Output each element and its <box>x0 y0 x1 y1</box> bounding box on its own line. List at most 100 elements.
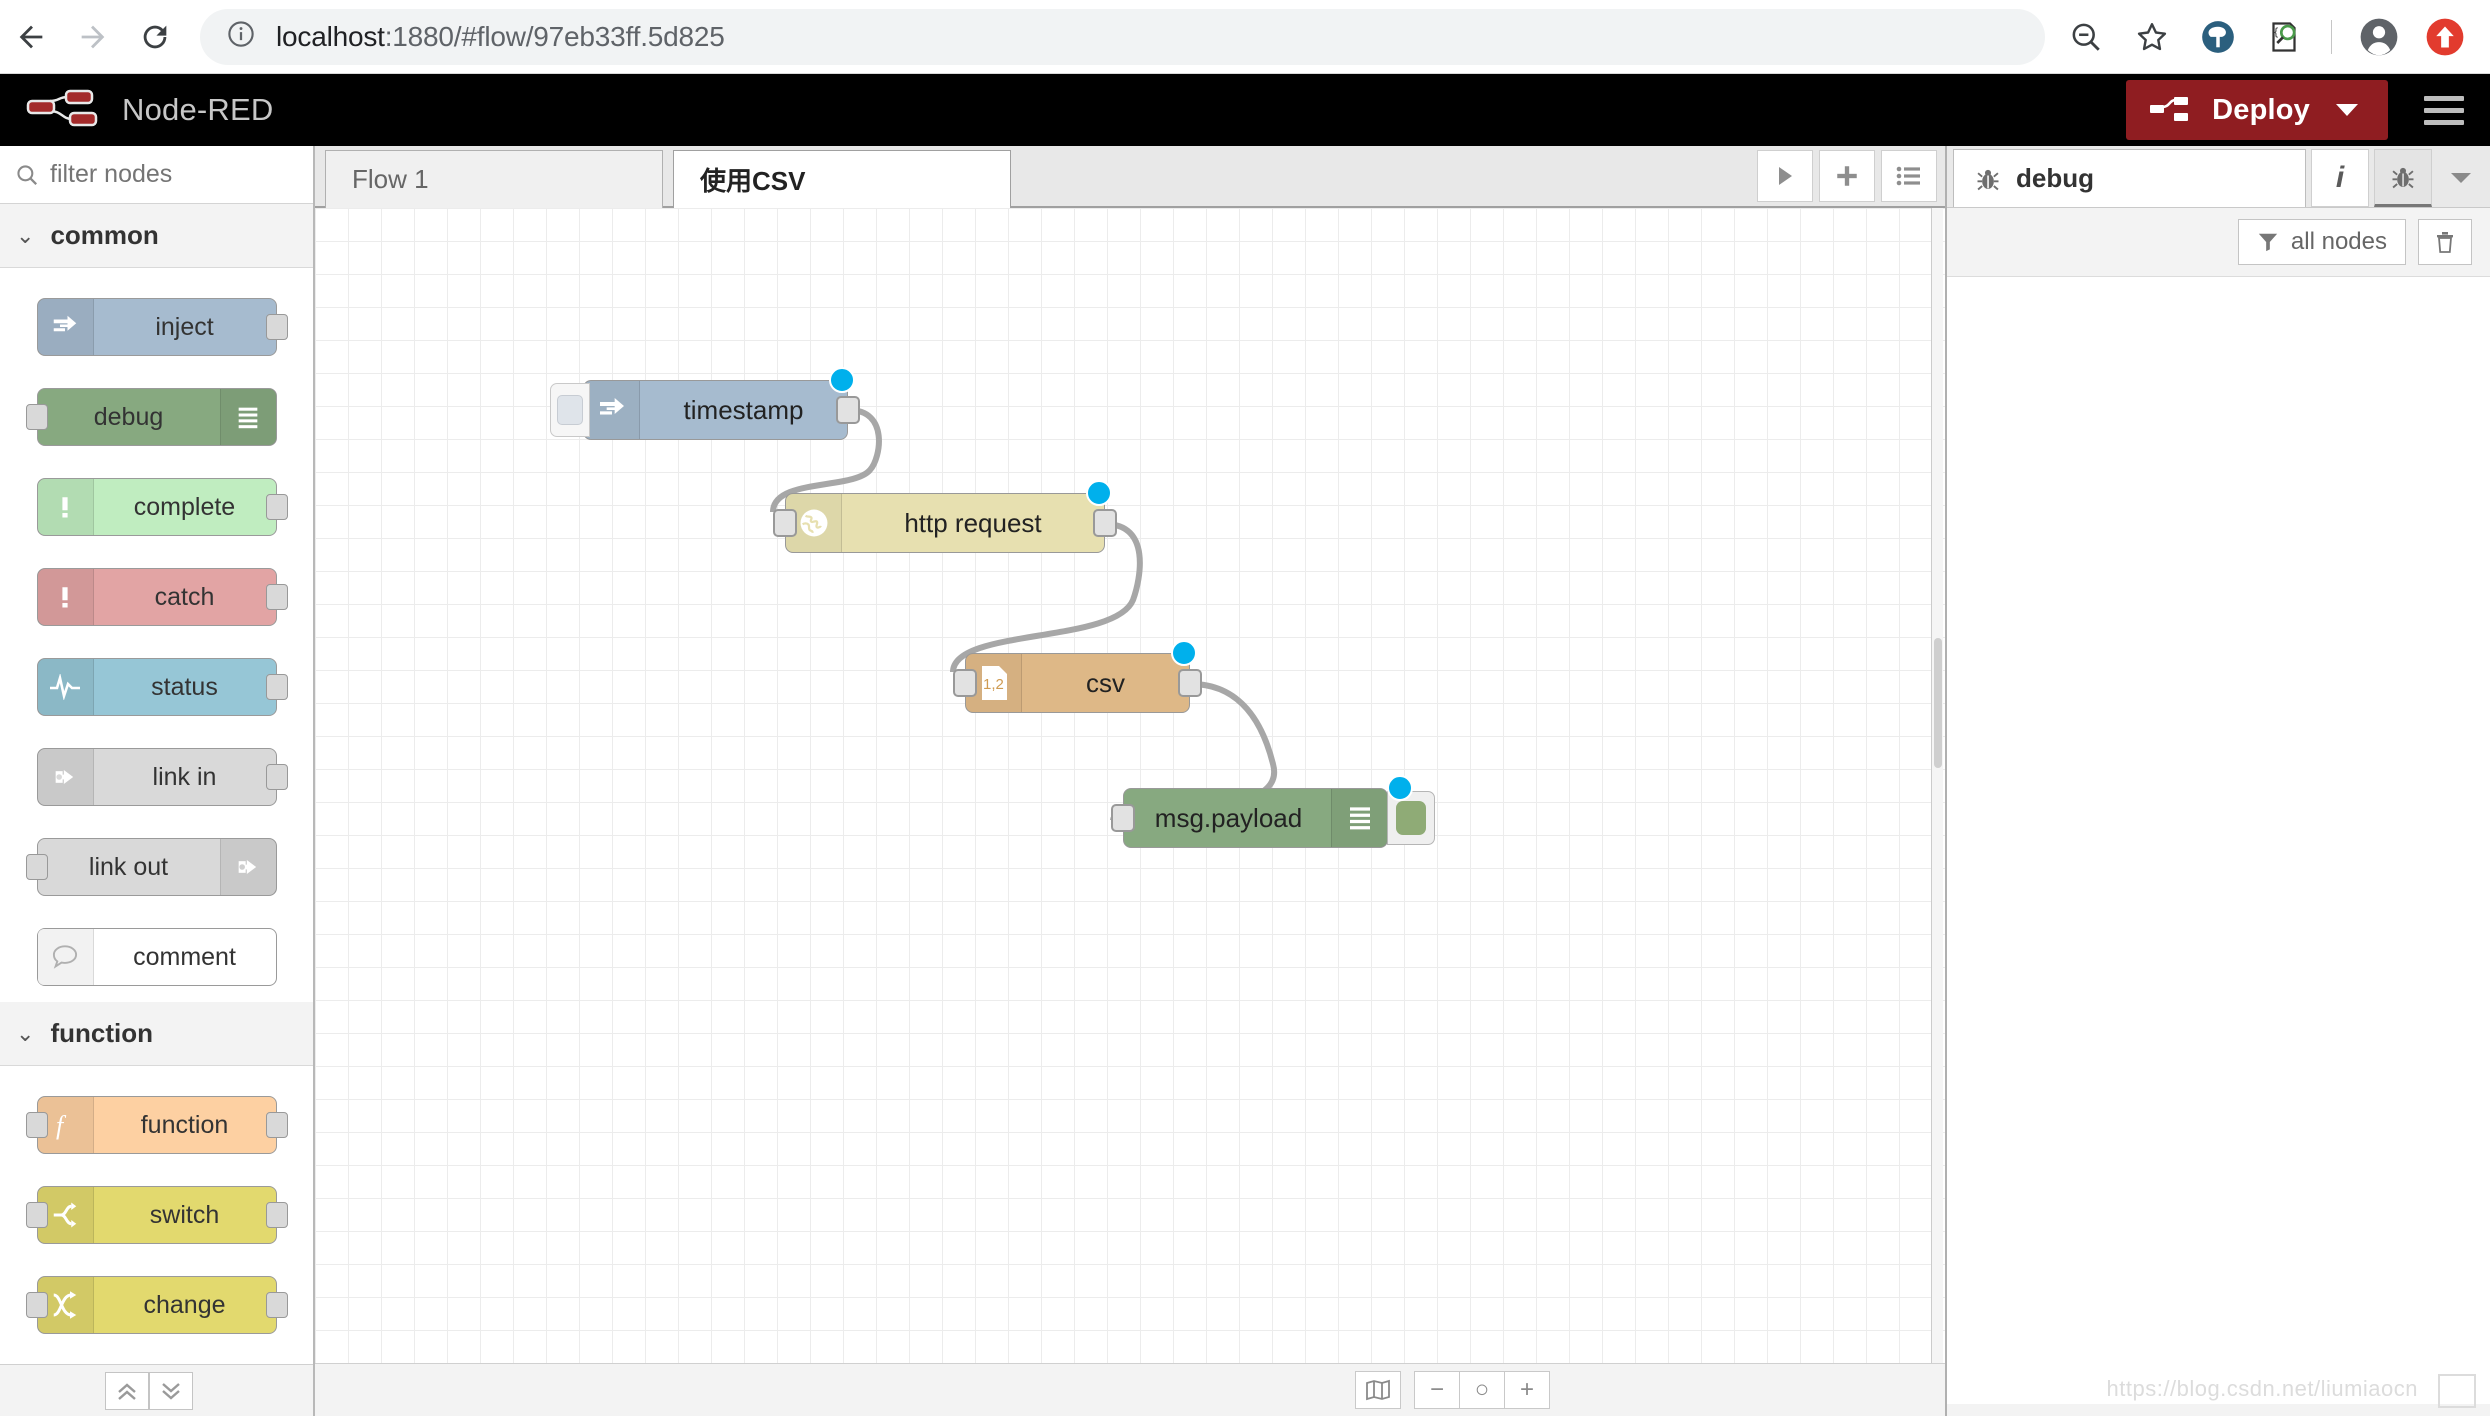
palette-node-link-out[interactable]: link out <box>0 822 313 912</box>
changed-indicator <box>1387 775 1413 801</box>
main-menu-button[interactable] <box>2424 96 2464 125</box>
deploy-button[interactable]: Deploy <box>2126 80 2388 140</box>
palette-node-label: debug <box>38 403 220 432</box>
expand-all-button[interactable] <box>149 1372 193 1410</box>
palette-node-inject[interactable]: inject <box>0 282 313 372</box>
app-header: Node-RED Deploy <box>0 74 2490 146</box>
output-port[interactable] <box>266 494 288 520</box>
minus-icon: − <box>1430 1376 1444 1404</box>
output-port[interactable] <box>266 314 288 340</box>
wires-layer <box>315 208 1945 1363</box>
chevron-down-icon: ⌄ <box>16 223 34 249</box>
inject-arrow-icon <box>584 381 640 439</box>
exclamation-icon <box>38 479 94 535</box>
inspect-icon: { <box>2266 19 2302 55</box>
inspect-button[interactable]: { <box>2253 6 2315 68</box>
page-info-icon[interactable] <box>226 19 256 54</box>
output-port[interactable] <box>266 1292 288 1318</box>
scrollbar-thumb[interactable] <box>1934 638 1942 768</box>
input-port[interactable] <box>953 669 977 697</box>
profile-button[interactable] <box>2348 6 2410 68</box>
palette-node-catch[interactable]: catch <box>0 552 313 642</box>
input-port[interactable] <box>26 404 48 430</box>
header-actions: Deploy <box>2126 80 2490 140</box>
sidebar-more-button[interactable] <box>2432 149 2490 207</box>
input-port[interactable] <box>1111 804 1135 832</box>
output-port[interactable] <box>266 1202 288 1228</box>
url-path: :1880/#flow/97eb33ff.5d825 <box>385 21 725 52</box>
palette-node-debug[interactable]: debug <box>0 372 313 462</box>
output-port[interactable] <box>836 396 860 424</box>
extension-button[interactable] <box>2187 6 2249 68</box>
flow-node-inject[interactable]: timestamp <box>583 380 848 440</box>
debug-message-list[interactable] <box>1947 276 2490 1404</box>
debug-filter-button[interactable]: all nodes <box>2238 219 2406 265</box>
input-port[interactable] <box>26 1202 48 1228</box>
address-bar[interactable]: localhost:1880/#flow/97eb33ff.5d825 <box>200 9 2045 65</box>
tab-flow-1[interactable]: Flow 1 <box>325 150 663 208</box>
clear-debug-button[interactable] <box>2418 219 2472 265</box>
output-port[interactable] <box>266 764 288 790</box>
zoom-out-button[interactable]: − <box>1414 1371 1460 1409</box>
palette-footer <box>0 1364 313 1416</box>
palette-node-link-in[interactable]: link in <box>0 732 313 822</box>
circle-icon: ○ <box>1475 1376 1490 1404</box>
palette-node-comment[interactable]: comment <box>0 912 313 1002</box>
info-tab-button[interactable]: i <box>2311 149 2369 207</box>
map-icon <box>1365 1379 1391 1401</box>
flow-node-http-request[interactable]: http request <box>785 493 1105 553</box>
input-port[interactable] <box>26 1112 48 1138</box>
output-port[interactable] <box>266 674 288 700</box>
main-area: ⌄ common inject debug <box>0 146 2490 1416</box>
canvas-scrollbar[interactable] <box>1931 208 1943 1363</box>
inject-trigger-button[interactable] <box>550 383 590 437</box>
input-port[interactable] <box>26 854 48 880</box>
update-button[interactable] <box>2414 6 2476 68</box>
bookmark-button[interactable] <box>2121 6 2183 68</box>
reload-button[interactable] <box>124 6 186 68</box>
palette-node-label: comment <box>94 943 276 972</box>
search-input[interactable] <box>50 160 290 189</box>
flow-node-debug[interactable]: msg.payload <box>1123 788 1388 848</box>
add-flow-button[interactable] <box>1819 150 1875 202</box>
palette-search-row[interactable] <box>0 146 313 204</box>
zoom-out-button[interactable] <box>2055 6 2117 68</box>
output-port[interactable] <box>1178 669 1202 697</box>
flow-node-csv[interactable]: 1,2 csv <box>965 653 1190 713</box>
app-title: Node-RED <box>122 92 273 128</box>
trash-icon <box>2433 229 2457 255</box>
palette-category-function[interactable]: ⌄ function <box>0 1002 313 1066</box>
navigator-button[interactable] <box>1355 1371 1401 1409</box>
list-flows-button[interactable] <box>1881 150 1937 202</box>
input-port[interactable] <box>773 509 797 537</box>
output-port[interactable] <box>1093 509 1117 537</box>
flow-node-label: msg.payload <box>1124 803 1331 834</box>
flow-canvas[interactable]: timestamp http request <box>315 208 1945 1363</box>
sidebar-tab-debug[interactable]: debug <box>1953 149 2306 207</box>
zoom-in-button[interactable]: + <box>1504 1371 1550 1409</box>
debug-tab-button[interactable] <box>2374 149 2432 207</box>
category-label: common <box>50 220 158 251</box>
tab-csv[interactable]: 使用CSV <box>673 150 1011 208</box>
zoom-reset-button[interactable]: ○ <box>1459 1371 1505 1409</box>
changed-indicator <box>1171 640 1197 666</box>
palette-node-complete[interactable]: complete <box>0 462 313 552</box>
exclamation-icon <box>38 569 94 625</box>
debug-lines-icon <box>220 389 276 445</box>
back-button[interactable] <box>0 6 62 68</box>
palette-category-common[interactable]: ⌄ common <box>0 204 313 268</box>
browser-toolbar: localhost:1880/#flow/97eb33ff.5d825 <box>0 0 2490 74</box>
palette-node-function[interactable]: f function <box>0 1080 313 1170</box>
palette-node-label: switch <box>94 1201 276 1230</box>
deploy-dropdown-caret-icon[interactable] <box>2336 104 2358 116</box>
palette-node-change[interactable]: change <box>0 1260 313 1350</box>
forward-button[interactable] <box>62 6 124 68</box>
scroll-right-button[interactable] <box>1757 150 1813 202</box>
palette-node-status[interactable]: status <box>0 642 313 732</box>
input-port[interactable] <box>26 1292 48 1318</box>
output-port[interactable] <box>266 584 288 610</box>
collapse-all-button[interactable] <box>105 1372 149 1410</box>
output-port[interactable] <box>266 1112 288 1138</box>
svg-text:1,2: 1,2 <box>983 676 1004 693</box>
palette-node-switch[interactable]: switch <box>0 1170 313 1260</box>
